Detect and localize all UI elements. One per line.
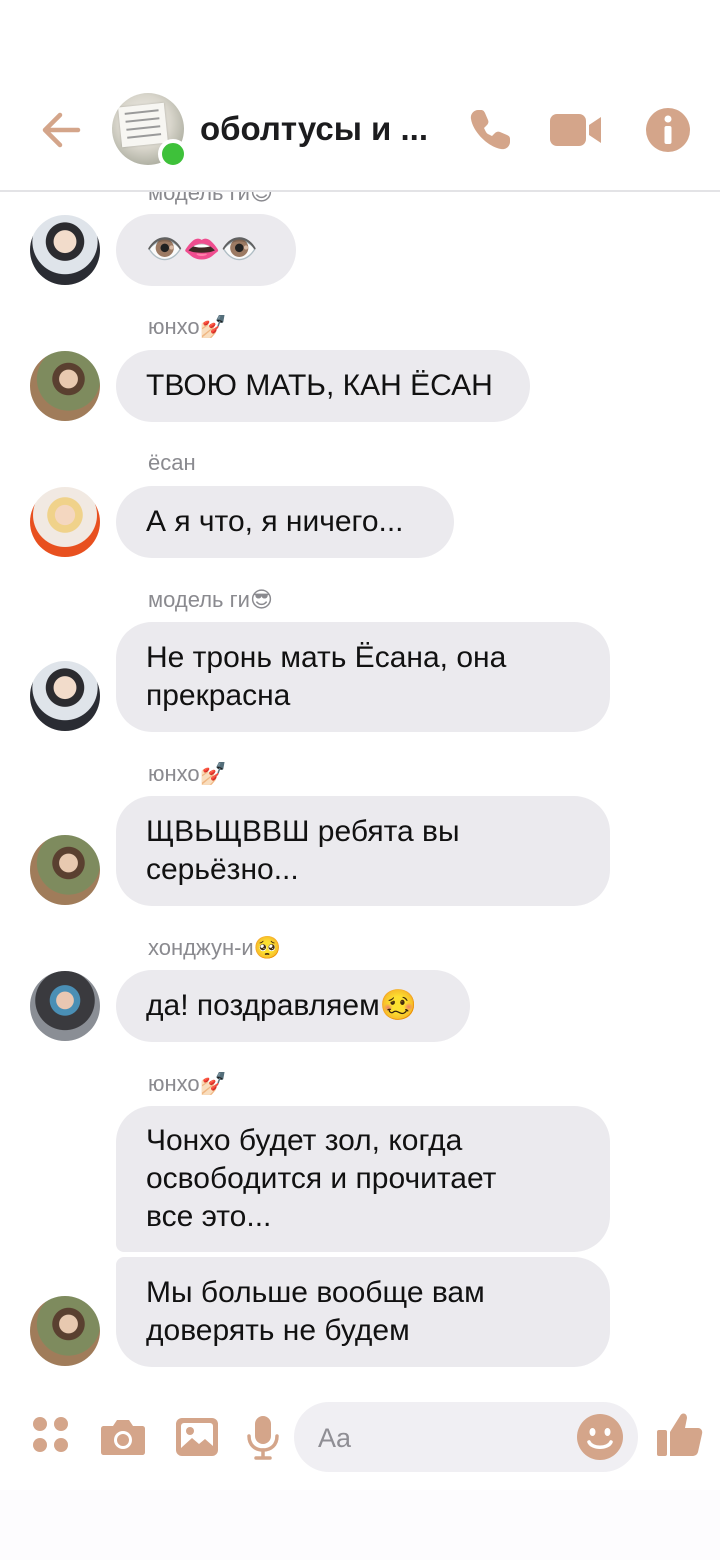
camera-button[interactable]	[98, 1412, 148, 1462]
message-list[interactable]: модель ги😎 👁️👄👁️ юнхо💅🏻 ТВОЮ МАТЬ, КАН Ё…	[0, 0, 720, 1390]
message-bubble[interactable]: Мы больше вообще вам доверять не будем	[116, 1257, 610, 1367]
chat-header: оболтусы и ...	[0, 0, 720, 192]
message-text: А я что, я ничего...	[146, 505, 404, 538]
chat-title[interactable]: оболтусы и ...	[200, 110, 428, 148]
gallery-button[interactable]	[172, 1412, 222, 1462]
avatar[interactable]	[30, 1296, 100, 1366]
sender-name: юнхо💅🏻	[148, 761, 228, 786]
video-camera-icon	[550, 114, 601, 146]
like-button[interactable]	[654, 1408, 706, 1460]
message-bubble[interactable]: А я что, я ничего...	[116, 486, 454, 558]
sender-name: модель ги😎	[148, 587, 273, 612]
message-text: Не тронь мать Ёсана, она прекрасна	[146, 641, 507, 712]
message-text: 👁️👄👁️	[146, 233, 259, 266]
avatar[interactable]	[30, 215, 100, 285]
group-avatar[interactable]	[112, 93, 188, 169]
call-button[interactable]	[464, 104, 516, 156]
phone-icon	[470, 110, 510, 150]
apps-grid-icon	[33, 1417, 68, 1452]
message-bubble[interactable]: ЩВЬЩВВШ ребята вы серьёзно...	[116, 796, 610, 906]
image-icon	[176, 1418, 218, 1456]
microphone-icon	[247, 1416, 279, 1460]
info-icon	[646, 108, 690, 152]
message-text: Мы больше вообще вам доверять не будем	[146, 1276, 485, 1347]
message-input-box[interactable]	[294, 1402, 638, 1472]
sender-name: юнхо💅🏻	[148, 314, 228, 339]
avatar[interactable]	[30, 835, 100, 905]
back-button[interactable]	[38, 106, 86, 154]
system-navigation-area	[0, 1490, 720, 1560]
online-status-indicator	[158, 139, 188, 169]
back-arrow-icon	[42, 112, 81, 148]
avatar[interactable]	[30, 971, 100, 1041]
avatar[interactable]	[30, 661, 100, 731]
camera-icon	[101, 1420, 145, 1455]
info-button[interactable]	[642, 104, 694, 156]
message-bubble[interactable]: Не тронь мать Ёсана, она прекрасна	[116, 622, 610, 732]
voice-record-button[interactable]	[240, 1412, 290, 1462]
message-bubble[interactable]: 👁️👄👁️	[116, 214, 296, 286]
message-text: ТВОЮ МАТЬ, КАН ЁСАН	[146, 369, 493, 402]
message-text: да! поздравляем🥴	[146, 989, 418, 1022]
thumbs-up-icon	[657, 1413, 703, 1456]
message-input[interactable]	[316, 1416, 560, 1460]
avatar[interactable]	[30, 351, 100, 421]
message-text: ЩВЬЩВВШ ребята вы серьёзно...	[146, 815, 460, 886]
sender-name: ёсан	[148, 450, 196, 475]
composer-bar	[0, 1390, 720, 1490]
video-call-button[interactable]	[548, 104, 601, 156]
message-bubble[interactable]: ТВОЮ МАТЬ, КАН ЁСАН	[116, 350, 530, 422]
smiley-icon	[577, 1414, 623, 1460]
messenger-chat-screen: модель ги😎 👁️👄👁️ юнхо💅🏻 ТВОЮ МАТЬ, КАН Ё…	[0, 0, 720, 1560]
message-text: Чонхо будет зол, когда освободится и про…	[146, 1124, 497, 1233]
avatar[interactable]	[30, 487, 100, 557]
message-bubble[interactable]: Чонхо будет зол, когда освободится и про…	[116, 1106, 610, 1252]
sender-name: юнхо💅🏻	[148, 1071, 228, 1096]
emoji-button[interactable]	[576, 1413, 624, 1461]
sender-name: хонджун-и🥺	[148, 935, 282, 960]
apps-button[interactable]	[28, 1412, 78, 1462]
message-bubble[interactable]: да! поздравляем🥴	[116, 970, 470, 1042]
